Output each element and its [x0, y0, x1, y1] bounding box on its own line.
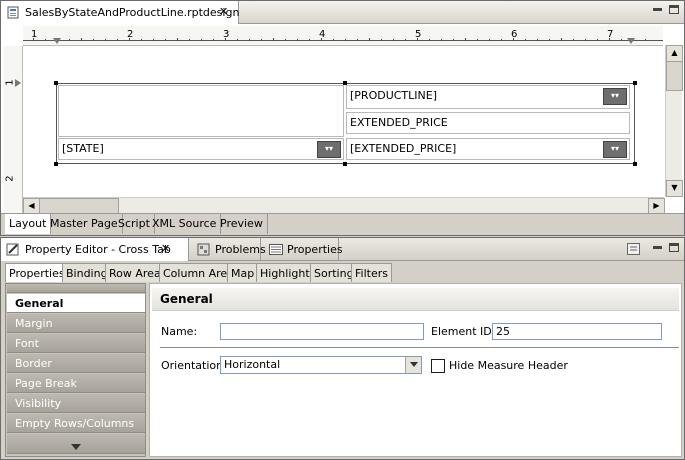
- category-general[interactable]: General: [7, 294, 145, 313]
- element-id-field[interactable]: 25: [492, 323, 662, 340]
- selection-handle[interactable]: [54, 162, 58, 166]
- category-list: General Margin Font Border Page Break Vi…: [5, 283, 146, 457]
- category-empty-rows-columns[interactable]: Empty Rows/Columns: [7, 414, 145, 433]
- tab-layout[interactable]: Layout: [5, 214, 52, 234]
- row-header-state-cell[interactable]: [STATE] ▾▾: [58, 138, 344, 160]
- ruler-number-6: 6: [511, 29, 518, 40]
- tab-master-page[interactable]: Master Page: [46, 214, 123, 234]
- section-title: General: [152, 288, 679, 311]
- right-margin-marker-icon[interactable]: [627, 37, 635, 44]
- property-tabs: Properties Binding Row Area Column Area …: [5, 263, 685, 282]
- left-margin-marker-icon[interactable]: [53, 37, 61, 44]
- report-editor: SalesByStateAndProductLine.rptdesign ✕ 1…: [0, 0, 685, 236]
- editor-page-tabs: Layout Master Page Script XML Source Pre…: [1, 213, 684, 235]
- tab-map[interactable]: Map: [227, 263, 259, 282]
- design-canvas[interactable]: [PRODUCTLINE] ▾▾ EXTENDED_PRICE [STATE] …: [23, 46, 663, 196]
- chevron-down-icon[interactable]: ▾▾: [603, 88, 627, 105]
- close-icon[interactable]: ✕: [161, 242, 170, 255]
- vruler-number-2: 2: [4, 175, 16, 182]
- orientation-select[interactable]: Horizontal: [220, 356, 422, 374]
- vertical-scrollbar[interactable]: ▲ ▼: [665, 45, 683, 197]
- scroll-down-icon[interactable]: ▼: [666, 180, 683, 197]
- selection-handle[interactable]: [343, 162, 347, 166]
- ruler-number-4: 4: [319, 29, 326, 40]
- ruler-number-2: 2: [127, 29, 134, 40]
- view-menu-icon[interactable]: [627, 243, 640, 255]
- hide-measure-header-checkbox[interactable]: [431, 359, 445, 373]
- horizontal-scrollbar[interactable]: ◀ ▶: [23, 197, 665, 215]
- tab-row-area[interactable]: Row Area: [105, 263, 165, 282]
- tab-properties[interactable]: Properties: [5, 263, 69, 282]
- top-margin-marker-icon[interactable]: [15, 79, 22, 87]
- minimize-icon[interactable]: [653, 8, 662, 11]
- horizontal-ruler: 1 2 3 4 5 6 7: [23, 26, 663, 46]
- state-label: [STATE]: [62, 142, 104, 155]
- ruler-number-1: 1: [31, 29, 38, 40]
- extended-price-header-label: EXTENDED_PRICE: [350, 116, 448, 129]
- chevron-down-icon[interactable]: ▾▾: [603, 141, 627, 158]
- problems-icon: [197, 243, 210, 256]
- maximize-icon[interactable]: [669, 5, 679, 14]
- tab-filters[interactable]: Filters: [351, 263, 392, 282]
- tab-properties-view[interactable]: Properties: [265, 238, 343, 261]
- column-header-productline-cell[interactable]: [PRODUCTLINE] ▾▾: [346, 85, 630, 109]
- selection-handle[interactable]: [633, 162, 637, 166]
- selection-handle[interactable]: [633, 81, 637, 85]
- section-divider: [160, 347, 679, 348]
- orientation-label: Orientation:: [161, 359, 227, 372]
- category-border[interactable]: Border: [7, 354, 145, 373]
- editor-file-tab-label: SalesByStateAndProductLine.rptdesign: [25, 6, 240, 19]
- element-id-label: Element ID:: [431, 325, 496, 338]
- vertical-ruler: 1 2: [3, 46, 23, 216]
- chevron-down-icon[interactable]: ▾▾: [317, 141, 341, 158]
- name-field[interactable]: [220, 323, 424, 340]
- productline-label: [PRODUCTLINE]: [350, 89, 437, 102]
- editor-file-tab[interactable]: SalesByStateAndProductLine.rptdesign ✕: [1, 1, 239, 24]
- category-page-break[interactable]: Page Break: [7, 374, 145, 393]
- pencil-icon: [6, 243, 20, 256]
- name-label: Name:: [161, 325, 198, 338]
- chevron-down-icon[interactable]: [405, 357, 421, 373]
- category-scroll-down[interactable]: [7, 434, 145, 454]
- report-file-icon: [7, 6, 19, 19]
- crosstab-element[interactable]: [PRODUCTLINE] ▾▾ EXTENDED_PRICE [STATE] …: [54, 81, 637, 166]
- chevron-down-icon: [71, 440, 81, 453]
- crosstab-corner-cell[interactable]: [58, 85, 344, 137]
- extended-price-measure-label: [EXTENDED_PRICE]: [350, 142, 457, 155]
- editor-tab-strip: SalesByStateAndProductLine.rptdesign ✕: [1, 1, 684, 24]
- property-editor-view: Property Editor - Cross Tab ✕ Problems P…: [0, 237, 685, 460]
- tab-xml-source[interactable]: XML Source: [148, 214, 222, 234]
- measure-header-cell[interactable]: EXTENDED_PRICE: [346, 112, 630, 134]
- tab-preview[interactable]: Preview: [216, 214, 268, 234]
- tab-property-editor-label: Property Editor - Cross Tab: [25, 243, 171, 256]
- tab-problems-label: Problems: [215, 243, 266, 256]
- view-tab-strip: Property Editor - Cross Tab ✕ Problems P…: [1, 238, 684, 261]
- ruler-number-5: 5: [415, 29, 422, 40]
- ruler-number-3: 3: [223, 29, 230, 40]
- close-icon[interactable]: ✕: [219, 5, 228, 18]
- maximize-icon[interactable]: [669, 243, 679, 252]
- tab-problems[interactable]: Problems: [193, 238, 266, 261]
- selection-handle[interactable]: [343, 81, 347, 85]
- selection-handle[interactable]: [54, 81, 58, 85]
- ruler-number-7: 7: [607, 29, 614, 40]
- properties-icon: [269, 244, 283, 255]
- tab-property-editor[interactable]: Property Editor - Cross Tab ✕: [1, 238, 189, 261]
- general-section: General Name: Element ID: 25 Orientation…: [149, 283, 682, 457]
- hide-measure-header-label: Hide Measure Header: [449, 359, 568, 372]
- orientation-value: Horizontal: [224, 358, 281, 371]
- measure-data-cell[interactable]: [EXTENDED_PRICE] ▾▾: [346, 138, 630, 160]
- vertical-scroll-thumb[interactable]: [666, 61, 683, 91]
- category-visibility[interactable]: Visibility: [7, 394, 145, 413]
- tab-properties-view-label: Properties: [287, 243, 343, 256]
- category-scroll-up[interactable]: [7, 284, 145, 293]
- scroll-up-icon[interactable]: ▲: [666, 45, 683, 62]
- category-font[interactable]: Font: [7, 334, 145, 353]
- category-margin[interactable]: Margin: [7, 314, 145, 333]
- minimize-icon[interactable]: [653, 246, 662, 249]
